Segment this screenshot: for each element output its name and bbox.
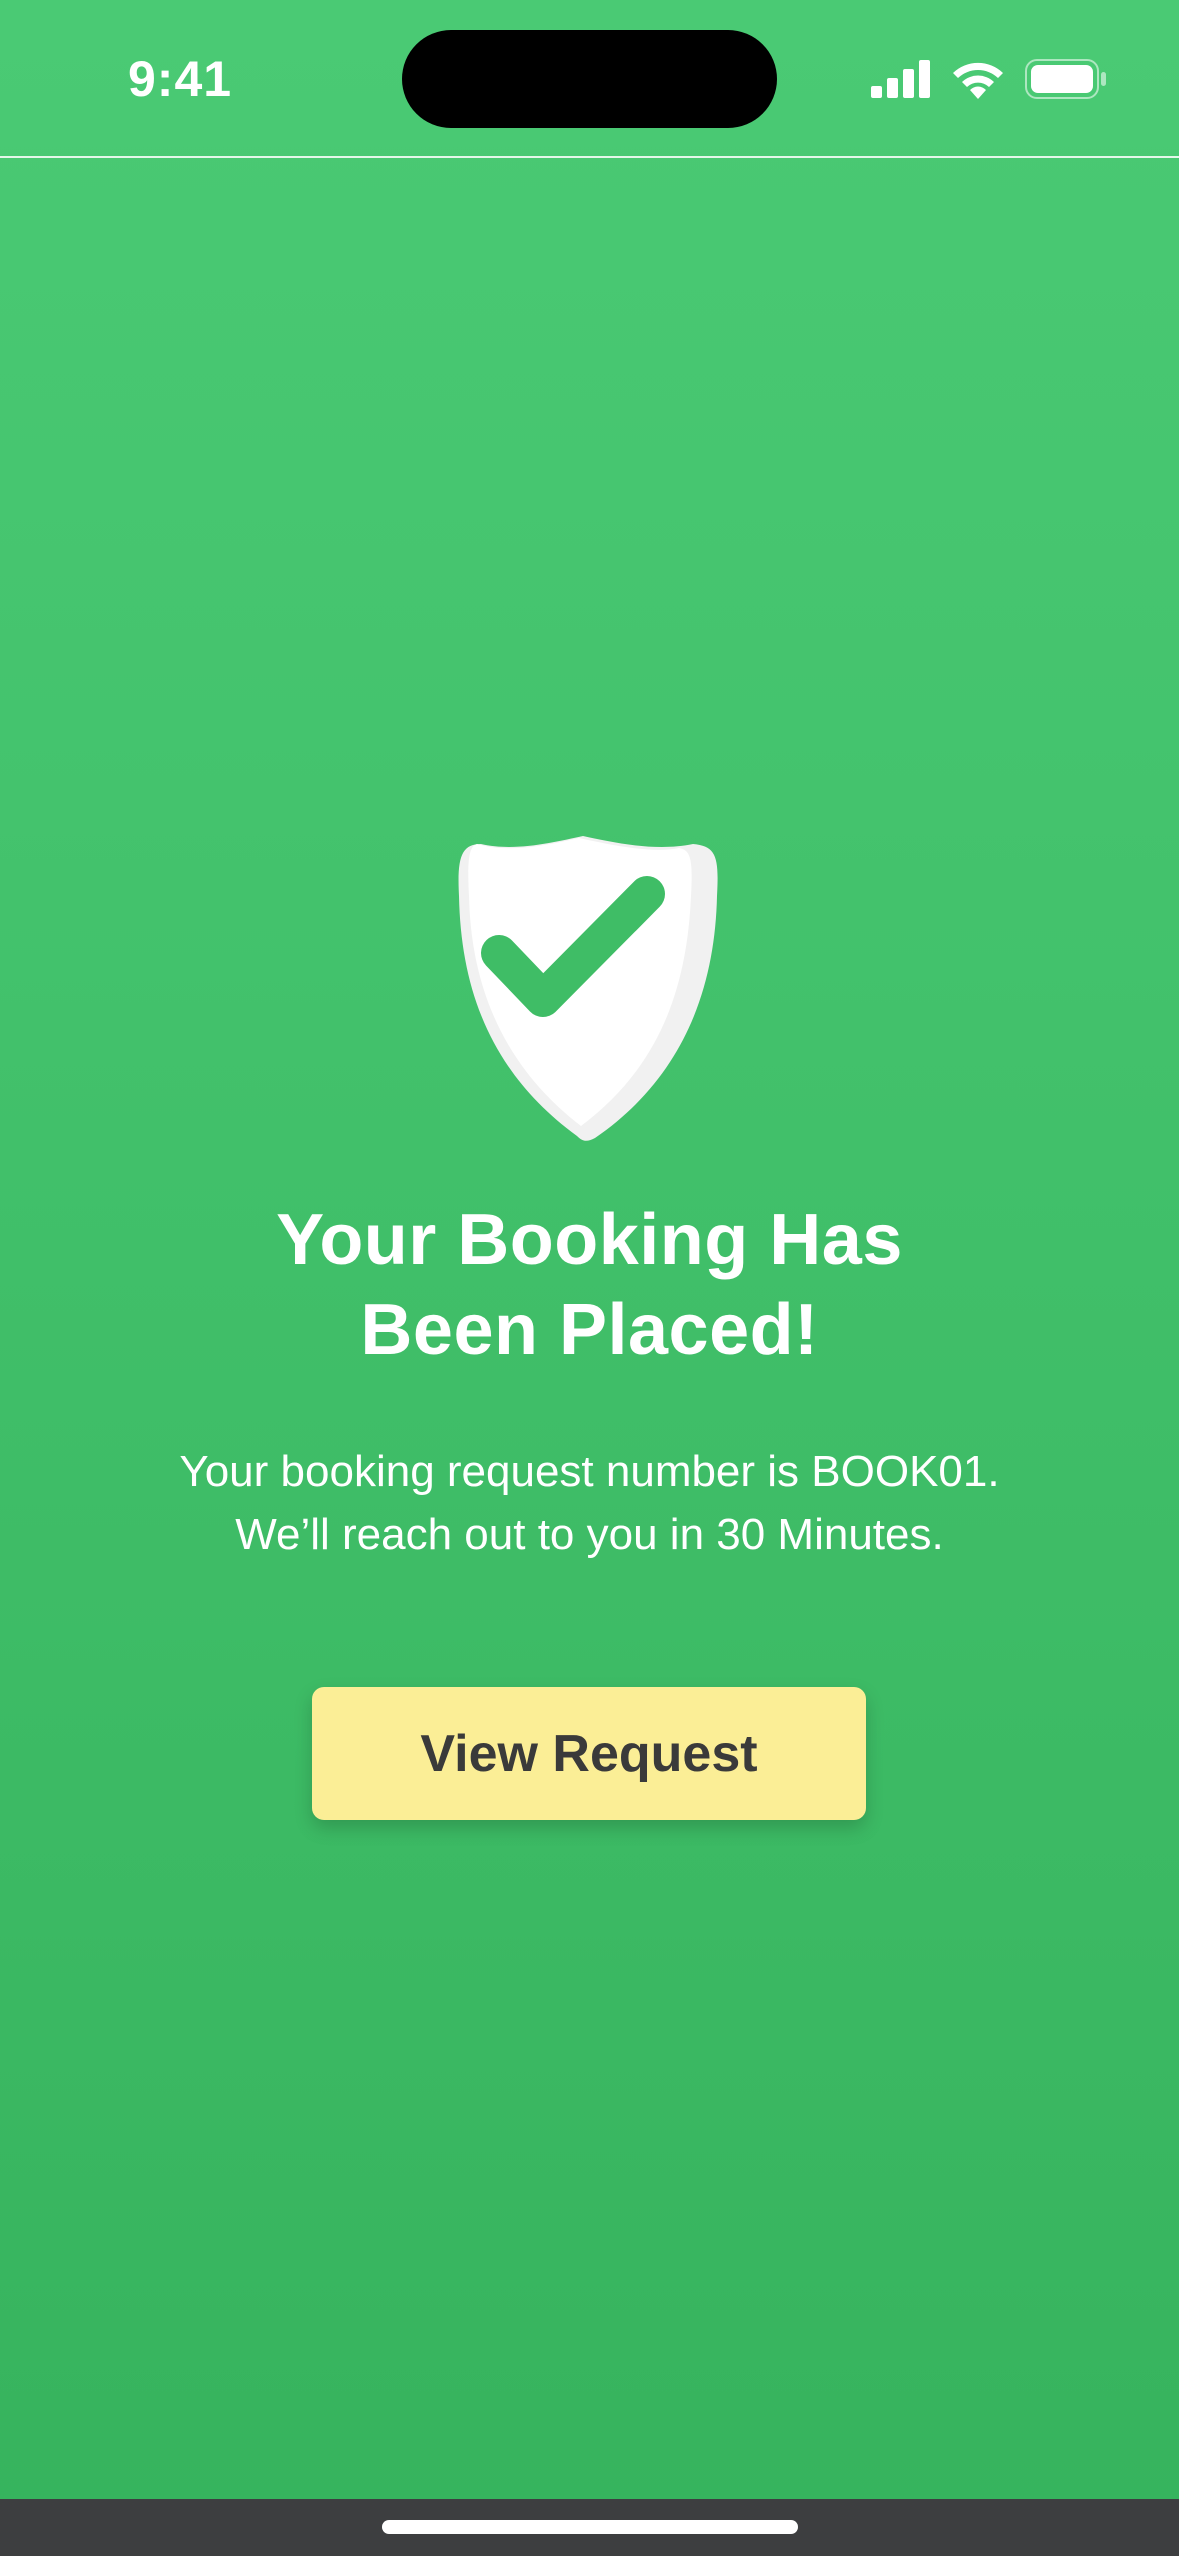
cellular-signal-icon	[871, 60, 930, 98]
header-divider	[0, 156, 1179, 158]
status-time: 9:41	[128, 51, 233, 107]
confirmation-headline: Your Booking Has Been Placed!	[0, 1195, 1179, 1375]
dynamic-island	[402, 30, 777, 128]
home-indicator[interactable]	[382, 2520, 798, 2534]
wifi-icon	[953, 62, 1003, 99]
confirmation-message: Your booking request number is BOOK01. W…	[0, 1440, 1179, 1566]
headline-line-2: Been Placed!	[360, 1290, 819, 1370]
status-bar: 9:41	[0, 0, 1179, 156]
view-request-button[interactable]: View Request	[312, 1687, 866, 1820]
message-line-1: Your booking request number is BOOK01.	[179, 1447, 1000, 1496]
shield-check-icon	[455, 836, 720, 1141]
headline-line-1: Your Booking Has	[276, 1200, 903, 1280]
status-icons	[871, 56, 1107, 102]
battery-icon	[1025, 59, 1106, 99]
booking-confirmation-screen: 9:41 Your Booking Has Been Placed! Your …	[0, 0, 1179, 2556]
message-line-2: We’ll reach out to you in 30 Minutes.	[235, 1510, 944, 1559]
